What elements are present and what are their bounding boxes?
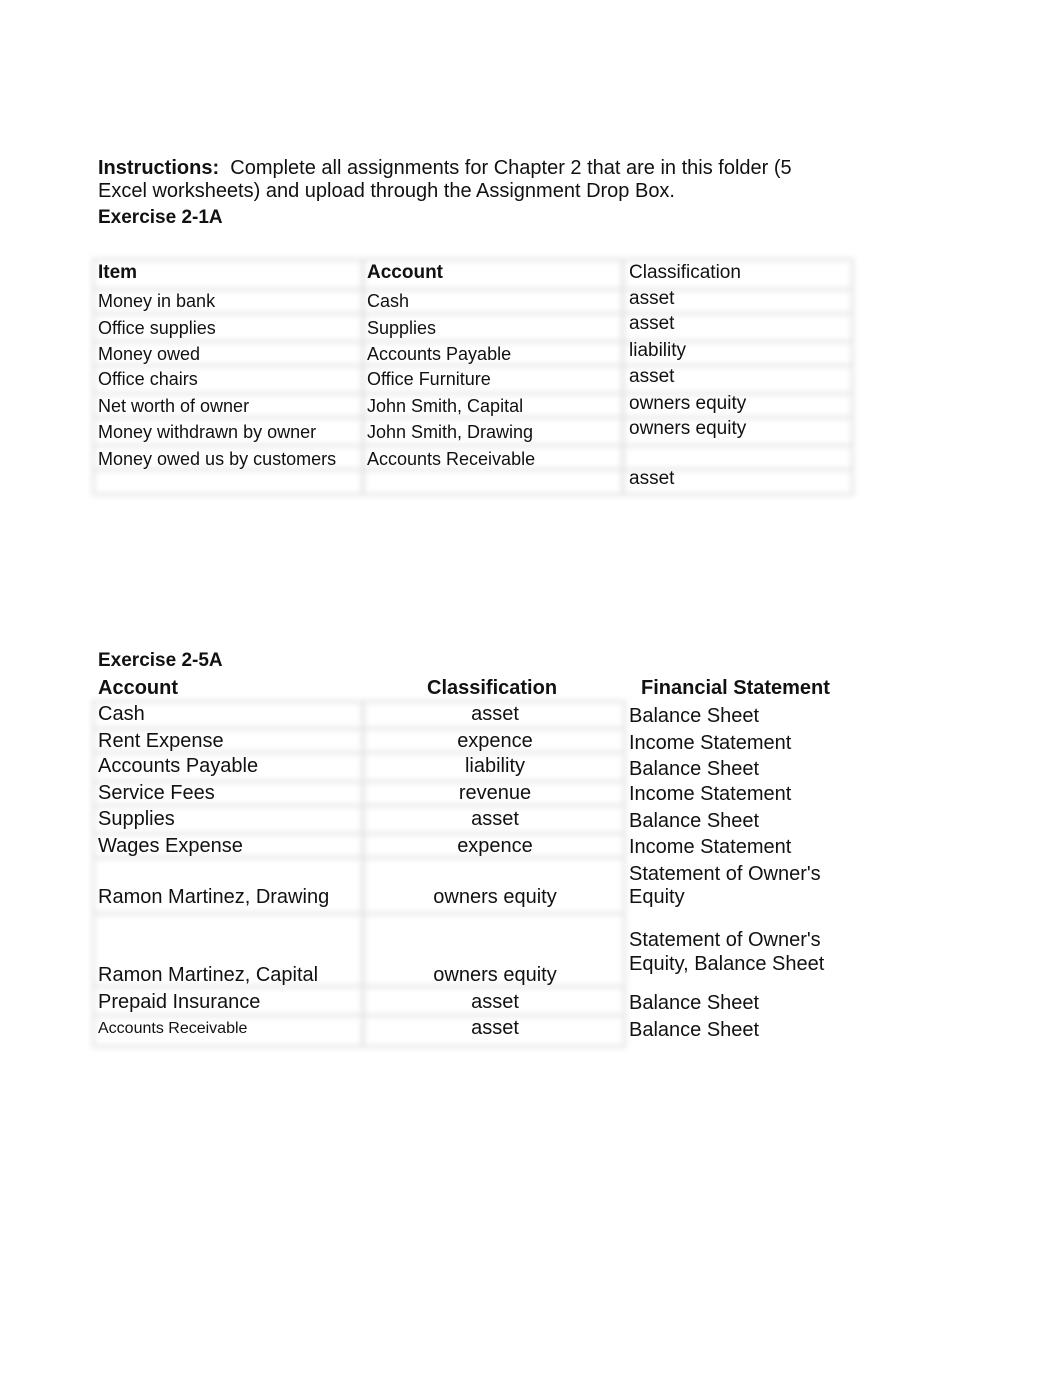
row2-classification: asset (629, 313, 675, 334)
header-financial-statement: Financial Statement (641, 677, 830, 699)
row7-account: Accounts Receivable (367, 449, 536, 469)
header-account: Account (367, 262, 443, 283)
header-account: Account (98, 677, 178, 699)
row4-statement: Income Statement (629, 783, 792, 805)
exercise-2-1a-title: Exercise 2-1A (98, 207, 223, 228)
row7-classification: owners equity (433, 886, 557, 908)
row2-account: Rent Expense (98, 730, 224, 752)
row5-account: Supplies (98, 808, 175, 830)
exercise-2-5a-title: Exercise 2-5A (98, 650, 223, 671)
row3-account: Accounts Payable (367, 344, 512, 364)
row3-item: Money owed (98, 344, 201, 364)
row2-account: Supplies (367, 318, 437, 338)
row5-account: John Smith, Capital (367, 396, 524, 416)
row4-account: Service Fees (98, 782, 215, 804)
row7-statement-line1: Statement of Owner's (629, 863, 821, 885)
row1-item: Money in bank (98, 291, 216, 311)
header-classification: Classification (427, 677, 558, 699)
row6-account: Wages Expense (98, 835, 243, 857)
row1-statement: Balance Sheet (629, 705, 760, 727)
row1-classification: asset (629, 288, 675, 309)
row3-classification: liability (464, 755, 526, 777)
row5-item: Net worth of owner (98, 396, 250, 416)
row6-item: Money withdrawn by owner (98, 422, 317, 442)
row1-classification: asset (471, 703, 519, 725)
row6-account: John Smith, Drawing (367, 422, 534, 442)
row3-account: Accounts Payable (98, 755, 259, 777)
row1-account: Cash (367, 291, 410, 311)
row2-classification: expence (457, 730, 533, 752)
row3-statement: Balance Sheet (629, 758, 760, 780)
row8-account: Ramon Martinez, Capital (98, 964, 319, 986)
row9-account: Prepaid Insurance (98, 991, 261, 1013)
row4-item: Office chairs (98, 369, 198, 389)
row5-classification: owners equity (629, 393, 747, 414)
row5-statement: Balance Sheet (629, 810, 760, 832)
instructions-label: Instructions: (98, 157, 220, 179)
row2-statement: Income Statement (629, 732, 792, 754)
row2-item: Office supplies (98, 318, 216, 338)
row6-classification: owners equity (629, 418, 747, 439)
row3-classification: liability (629, 340, 687, 361)
instructions: Instructions: Complete all assignments f… (98, 157, 838, 203)
row7-account: Ramon Martinez, Drawing (98, 886, 330, 908)
row1-account: Cash (98, 703, 145, 725)
row5-classification: asset (471, 808, 519, 830)
row10-classification: asset (471, 1017, 519, 1039)
row10-account: Accounts Receivable (98, 1020, 248, 1037)
row6-statement: Income Statement (629, 836, 792, 858)
header-classification: Classification (629, 262, 741, 283)
row7-statement-line2: Equity (629, 886, 685, 908)
row9-statement: Balance Sheet (629, 992, 760, 1014)
row6-classification: expence (457, 835, 533, 857)
row7-classification: asset (629, 468, 675, 489)
row4-classification: asset (629, 366, 675, 387)
row8-statement-line1: Statement of Owner's (629, 929, 821, 951)
row8-statement-line2: Equity, Balance Sheet (629, 953, 825, 975)
row4-classification: revenue (458, 782, 532, 804)
row8-classification: owners equity (433, 964, 557, 986)
row9-classification: asset (471, 991, 519, 1013)
row7-item: Money owed us by customers (98, 449, 337, 469)
row4-account: Office Furniture (367, 369, 491, 389)
header-item: Item (98, 262, 138, 283)
row10-statement: Balance Sheet (629, 1019, 760, 1041)
